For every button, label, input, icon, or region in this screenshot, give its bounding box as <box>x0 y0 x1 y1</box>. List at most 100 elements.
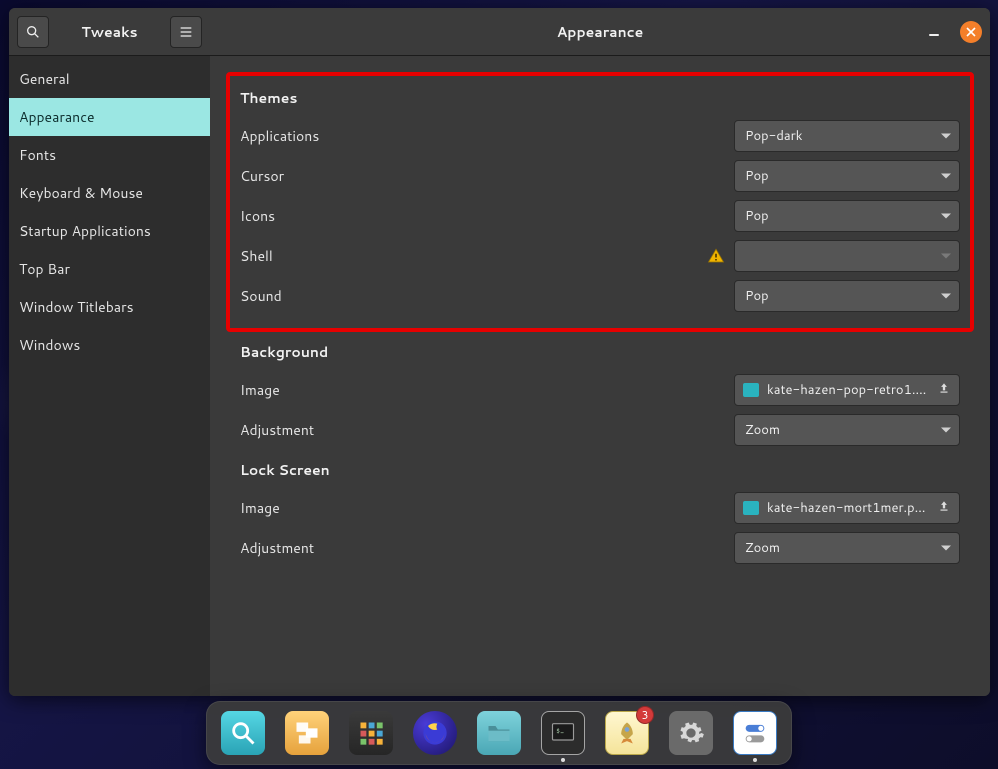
row-applications: Applications Pop-dark <box>240 116 960 156</box>
combo-value: Pop <box>745 207 949 225</box>
file-name: kate-hazen-pop-retro1.png <box>767 381 929 399</box>
row-bg-adjustment: Adjustment Zoom <box>240 410 960 450</box>
sidebar-item-label: General <box>19 69 70 89</box>
combo-value: Zoom <box>745 421 949 439</box>
combo-value: Pop <box>745 167 949 185</box>
upload-icon <box>937 499 951 518</box>
file-name: kate-hazen-mort1mer.png <box>767 499 929 517</box>
dock-item-files[interactable] <box>477 711 521 755</box>
dock: $_ 3 <box>206 701 792 765</box>
minimize-button[interactable] <box>922 20 946 44</box>
dock-item-firefox[interactable] <box>413 711 457 755</box>
row-cursor: Cursor Pop <box>240 156 960 196</box>
themes-section-highlighted: Themes Applications Pop-dark Cursor Pop <box>226 72 974 332</box>
row-lock-image: Image kate-hazen-mort1mer.png <box>240 488 960 528</box>
row-sound: Sound Pop <box>240 276 960 316</box>
sidebar-pane: Tweaks General Appearance Fonts Keyboard… <box>9 8 210 696</box>
label-sound: Sound <box>240 286 734 306</box>
background-section: Background Image kate-hazen-pop-retro1.p… <box>226 342 974 568</box>
label-applications: Applications <box>240 126 734 146</box>
combo-value: Zoom <box>745 539 949 557</box>
sidebar-item-startup-applications[interactable]: Startup Applications <box>9 212 210 250</box>
sidebar-item-label: Fonts <box>19 145 56 165</box>
sidebar-item-label: Keyboard & Mouse <box>19 183 143 203</box>
label-shell: Shell <box>240 246 706 266</box>
row-lock-adjustment: Adjustment Zoom <box>240 528 960 568</box>
sidebar-item-windows[interactable]: Windows <box>9 326 210 364</box>
hamburger-menu-button[interactable] <box>170 16 202 48</box>
combo-sound[interactable]: Pop <box>734 280 960 312</box>
label-cursor: Cursor <box>240 166 734 186</box>
apps-grid-icon <box>357 719 385 747</box>
search-icon <box>229 719 257 747</box>
sidebar: General Appearance Fonts Keyboard & Mous… <box>9 56 210 696</box>
sidebar-item-window-titlebars[interactable]: Window Titlebars <box>9 288 210 326</box>
sidebar-item-label: Top Bar <box>19 259 70 279</box>
combo-cursor[interactable]: Pop <box>734 160 960 192</box>
sidebar-item-top-bar[interactable]: Top Bar <box>9 250 210 288</box>
sidebar-item-label: Startup Applications <box>19 221 151 241</box>
combo-applications[interactable]: Pop-dark <box>734 120 960 152</box>
warning-icon <box>706 246 726 266</box>
window-controls <box>922 8 982 56</box>
file-chooser-lock-image[interactable]: kate-hazen-mort1mer.png <box>734 492 960 524</box>
combo-icons[interactable]: Pop <box>734 200 960 232</box>
content-header: Appearance <box>210 8 990 56</box>
image-thumbnail-icon <box>743 383 759 397</box>
close-icon <box>966 27 976 37</box>
hamburger-icon <box>178 24 194 40</box>
sidebar-item-appearance[interactable]: Appearance <box>9 98 210 136</box>
running-indicator <box>561 758 565 762</box>
search-button[interactable] <box>17 16 49 48</box>
rocket-icon <box>613 719 641 747</box>
content: Themes Applications Pop-dark Cursor Pop <box>210 56 990 696</box>
app-title: Tweaks <box>55 22 164 42</box>
svg-text:$_: $_ <box>556 726 564 736</box>
label-lock-image: Image <box>240 498 734 518</box>
update-badge: 3 <box>636 706 654 724</box>
label-icons: Icons <box>240 206 734 226</box>
lockscreen-heading: Lock Screen <box>240 460 960 480</box>
label-lock-adjustment: Adjustment <box>240 538 734 558</box>
combo-lock-adjustment[interactable]: Zoom <box>734 532 960 564</box>
sidebar-item-label: Appearance <box>19 107 95 127</box>
combo-bg-adjustment[interactable]: Zoom <box>734 414 960 446</box>
dock-item-pop-shop[interactable]: 3 <box>605 711 649 755</box>
firefox-icon <box>421 719 449 747</box>
sidebar-item-keyboard-mouse[interactable]: Keyboard & Mouse <box>9 174 210 212</box>
workspaces-icon <box>293 719 321 747</box>
toggle-switches-icon <box>741 719 769 747</box>
label-bg-adjustment: Adjustment <box>240 420 734 440</box>
row-bg-image: Image kate-hazen-pop-retro1.png <box>240 370 960 410</box>
sidebar-item-label: Window Titlebars <box>19 297 134 317</box>
gear-icon <box>677 719 705 747</box>
chevron-down-icon <box>941 546 951 551</box>
content-pane: Appearance Themes Applications Pop-dark <box>210 8 990 696</box>
upload-icon <box>937 381 951 400</box>
dock-item-settings[interactable] <box>669 711 713 755</box>
combo-value: Pop-dark <box>745 127 949 145</box>
chevron-down-icon <box>941 174 951 179</box>
running-indicator <box>753 758 757 762</box>
dock-item-search[interactable] <box>221 711 265 755</box>
close-button[interactable] <box>960 21 982 43</box>
image-thumbnail-icon <box>743 501 759 515</box>
dock-item-terminal[interactable]: $_ <box>541 711 585 755</box>
file-chooser-bg-image[interactable]: kate-hazen-pop-retro1.png <box>734 374 960 406</box>
sidebar-item-fonts[interactable]: Fonts <box>9 136 210 174</box>
background-heading: Background <box>240 342 960 362</box>
folder-icon <box>485 719 513 747</box>
page-title: Appearance <box>557 22 644 42</box>
row-icons: Icons Pop <box>240 196 960 236</box>
combo-shell <box>734 240 960 272</box>
combo-value: Pop <box>745 287 949 305</box>
label-bg-image: Image <box>240 380 734 400</box>
sidebar-item-general[interactable]: General <box>9 60 210 98</box>
sidebar-item-label: Windows <box>19 335 80 355</box>
row-shell: Shell <box>240 236 960 276</box>
dock-item-applications[interactable] <box>349 711 393 755</box>
tweaks-window: Tweaks General Appearance Fonts Keyboard… <box>9 8 990 696</box>
terminal-icon: $_ <box>549 719 577 747</box>
dock-item-tweaks[interactable] <box>733 711 777 755</box>
dock-item-workspaces[interactable] <box>285 711 329 755</box>
